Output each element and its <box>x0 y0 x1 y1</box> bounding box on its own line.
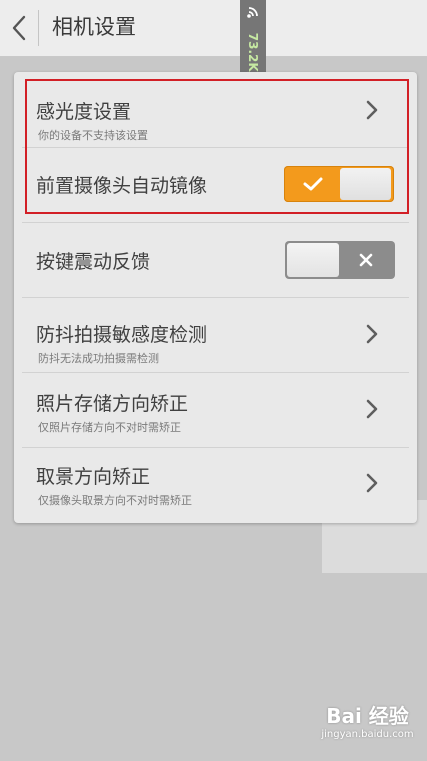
chevron-right-icon <box>366 324 378 344</box>
back-button[interactable] <box>0 0 38 56</box>
setting-stabilization[interactable]: 防抖拍摄敏感度检测 防抖无法成功拍摄需检测 <box>14 298 417 372</box>
chevron-right-icon <box>366 473 378 493</box>
setting-key-vibration: 按键震动反馈 <box>14 223 417 297</box>
close-icon <box>359 253 373 267</box>
chevron-left-icon <box>12 15 26 41</box>
watermark-url: jingyan.baidu.com <box>321 729 414 740</box>
setting-photo-orientation[interactable]: 照片存储方向矫正 仅照片存储方向不对时需矫正 <box>14 373 417 447</box>
setting-photo-orientation-subtitle: 仅照片存储方向不对时需矫正 <box>38 421 181 434</box>
header-divider <box>38 10 39 46</box>
key-vibration-toggle[interactable] <box>285 241 395 279</box>
setting-key-vibration-title: 按键震动反馈 <box>36 251 151 273</box>
watermark-brand: Bai 经验 <box>326 704 409 728</box>
header-bar: 相机设置 <box>0 0 427 57</box>
wifi-icon <box>247 7 258 18</box>
highlight-box <box>25 79 409 214</box>
watermark: Bai 经验 jingyan.baidu.com <box>310 700 425 750</box>
setting-viewfinder-orientation-title: 取景方向矫正 <box>36 466 151 488</box>
setting-photo-orientation-title: 照片存储方向矫正 <box>36 393 189 415</box>
setting-viewfinder-orientation-subtitle: 仅摄像头取景方向不对时需矫正 <box>38 494 192 507</box>
setting-stabilization-subtitle: 防抖无法成功拍摄需检测 <box>38 352 159 365</box>
setting-viewfinder-orientation[interactable]: 取景方向矫正 仅摄像头取景方向不对时需矫正 <box>14 448 417 523</box>
toggle-knob <box>287 243 339 277</box>
setting-stabilization-title: 防抖拍摄敏感度检测 <box>36 324 208 346</box>
page-title: 相机设置 <box>52 15 136 39</box>
chevron-right-icon <box>366 399 378 419</box>
